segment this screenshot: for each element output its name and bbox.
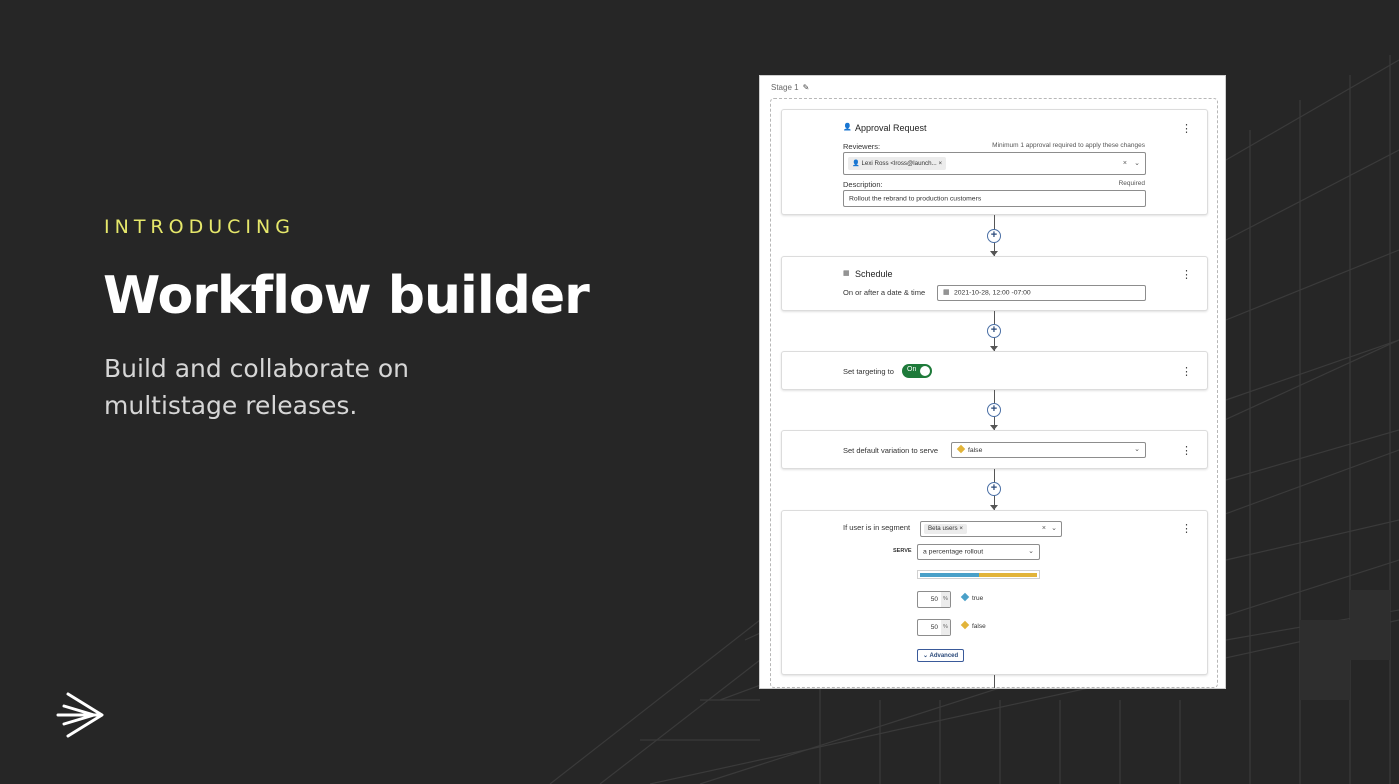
rollout-true-segment: [920, 573, 979, 577]
kebab-menu-icon[interactable]: ⋮: [1181, 524, 1192, 535]
kebab-menu-icon[interactable]: ⋮: [1181, 270, 1192, 281]
default-variation-card: Set default variation to serve false ⌄ ⋮: [781, 430, 1208, 469]
user-check-icon: 👤: [843, 124, 852, 131]
datetime-input[interactable]: ▦ 2021-10-28, 12:00 -07:00: [937, 285, 1146, 301]
segment-chip-label: Beta users: [928, 525, 958, 532]
clear-icon[interactable]: ×: [1042, 525, 1046, 533]
approval-title: Approval Request: [855, 123, 927, 133]
targeting-card: Set targeting to On ⋮: [781, 351, 1208, 390]
rollout-false-segment: [978, 573, 1037, 577]
stage-label[interactable]: Stage 1 ✎: [771, 83, 809, 92]
calendar-icon: ▦: [843, 270, 850, 277]
description-label: Description:: [843, 180, 883, 189]
default-variation-label: Set default variation to serve: [843, 446, 939, 455]
edit-pencil-icon[interactable]: ✎: [803, 83, 810, 92]
advanced-button[interactable]: ⌄ Advanced: [917, 649, 965, 662]
launchdarkly-logo-icon: [56, 692, 104, 738]
percent-unit: %: [941, 592, 950, 607]
chevron-down-icon[interactable]: ⌄: [1051, 525, 1057, 533]
true-percent-input[interactable]: 50 %: [917, 591, 951, 608]
false-variation-label: false: [960, 620, 986, 630]
true-percent-value: 50: [930, 596, 938, 603]
reviewers-note: Minimum 1 approval required to apply the…: [992, 142, 1145, 149]
page-subtitle: Build and collaborate on multistage rele…: [104, 354, 409, 420]
serve-value: a percentage rollout: [923, 548, 984, 556]
segment-chip: Beta users ×: [924, 524, 967, 534]
false-percent-value: 50: [930, 624, 938, 631]
schedule-card: ▦ Schedule ⋮ On or after a date & time ▦…: [781, 256, 1208, 311]
segment-label: If user is in segment: [843, 523, 911, 532]
toggle-knob: [920, 366, 930, 376]
add-step-button[interactable]: +: [987, 229, 1001, 243]
false-variation-text: false: [972, 623, 986, 630]
variation-select[interactable]: false ⌄: [951, 442, 1146, 458]
true-variation-label: true: [960, 592, 984, 602]
toggle-label: On: [907, 366, 917, 373]
targeting-toggle[interactable]: On: [902, 364, 932, 378]
workflow-screenshot: Stage 1 ✎ 👤 Approval Request ⋮ Reviewers:…: [759, 75, 1226, 689]
true-diamond-icon: [960, 592, 970, 602]
reviewers-select[interactable]: 👤 Lexi Ross <lross@launch... × × ⌄: [843, 152, 1146, 175]
add-step-button[interactable]: +: [987, 324, 1001, 338]
percent-unit: %: [941, 620, 950, 635]
reviewer-chip-label: Lexi Ross <lross@launch...: [861, 160, 937, 167]
reviewers-label: Reviewers:: [843, 142, 881, 151]
description-value: Rollout the rebrand to production custom…: [849, 195, 982, 202]
kebab-menu-icon[interactable]: ⋮: [1181, 446, 1192, 457]
stage-name: Stage 1: [771, 83, 799, 92]
description-required: Required: [1118, 180, 1145, 187]
kebab-menu-icon[interactable]: ⋮: [1181, 124, 1192, 135]
remove-chip-icon[interactable]: ×: [938, 160, 942, 167]
schedule-title: Schedule: [855, 269, 893, 279]
false-percent-input[interactable]: 50 %: [917, 619, 951, 636]
calendar-icon: ▦: [943, 289, 950, 296]
clear-icon[interactable]: ×: [1123, 160, 1127, 168]
chevron-down-icon[interactable]: ⌄: [1028, 548, 1034, 556]
serve-label: SERVE: [893, 548, 912, 554]
segment-rule-card: If user is in segment Beta users × × ⌄ ⋮…: [781, 510, 1208, 675]
add-step-button[interactable]: +: [987, 482, 1001, 496]
approval-request-card: 👤 Approval Request ⋮ Reviewers: Minimum …: [781, 109, 1208, 215]
serve-select[interactable]: a percentage rollout ⌄: [917, 544, 1040, 560]
description-input[interactable]: Rollout the rebrand to production custom…: [843, 190, 1146, 207]
page-title: Workflow builder: [103, 266, 590, 326]
advanced-label: Advanced: [929, 653, 959, 659]
schedule-label: On or after a date & time: [843, 288, 926, 297]
chevron-down-icon: ⌄: [923, 653, 929, 659]
false-diamond-icon: [956, 444, 966, 454]
datetime-value: 2021-10-28, 12:00 -07:00: [954, 289, 1031, 297]
chevron-down-icon[interactable]: ⌄: [1134, 446, 1140, 454]
true-variation-text: true: [972, 595, 984, 602]
segment-select[interactable]: Beta users × × ⌄: [920, 521, 1062, 537]
add-step-button[interactable]: +: [987, 403, 1001, 417]
rollout-bar: [917, 570, 1040, 579]
targeting-label: Set targeting to: [843, 367, 894, 376]
eyebrow-text: INTRODUCING: [104, 216, 295, 238]
user-icon: 👤: [852, 160, 860, 167]
kebab-menu-icon[interactable]: ⋮: [1181, 367, 1192, 378]
false-diamond-icon: [960, 620, 970, 630]
reviewer-chip: 👤 Lexi Ross <lross@launch... ×: [848, 157, 947, 170]
connector-line: [994, 675, 995, 688]
variation-value: false: [968, 447, 983, 454]
chevron-down-icon[interactable]: ⌄: [1134, 160, 1140, 168]
variation-select-value: false: [956, 444, 983, 454]
remove-chip-icon[interactable]: ×: [959, 525, 963, 532]
